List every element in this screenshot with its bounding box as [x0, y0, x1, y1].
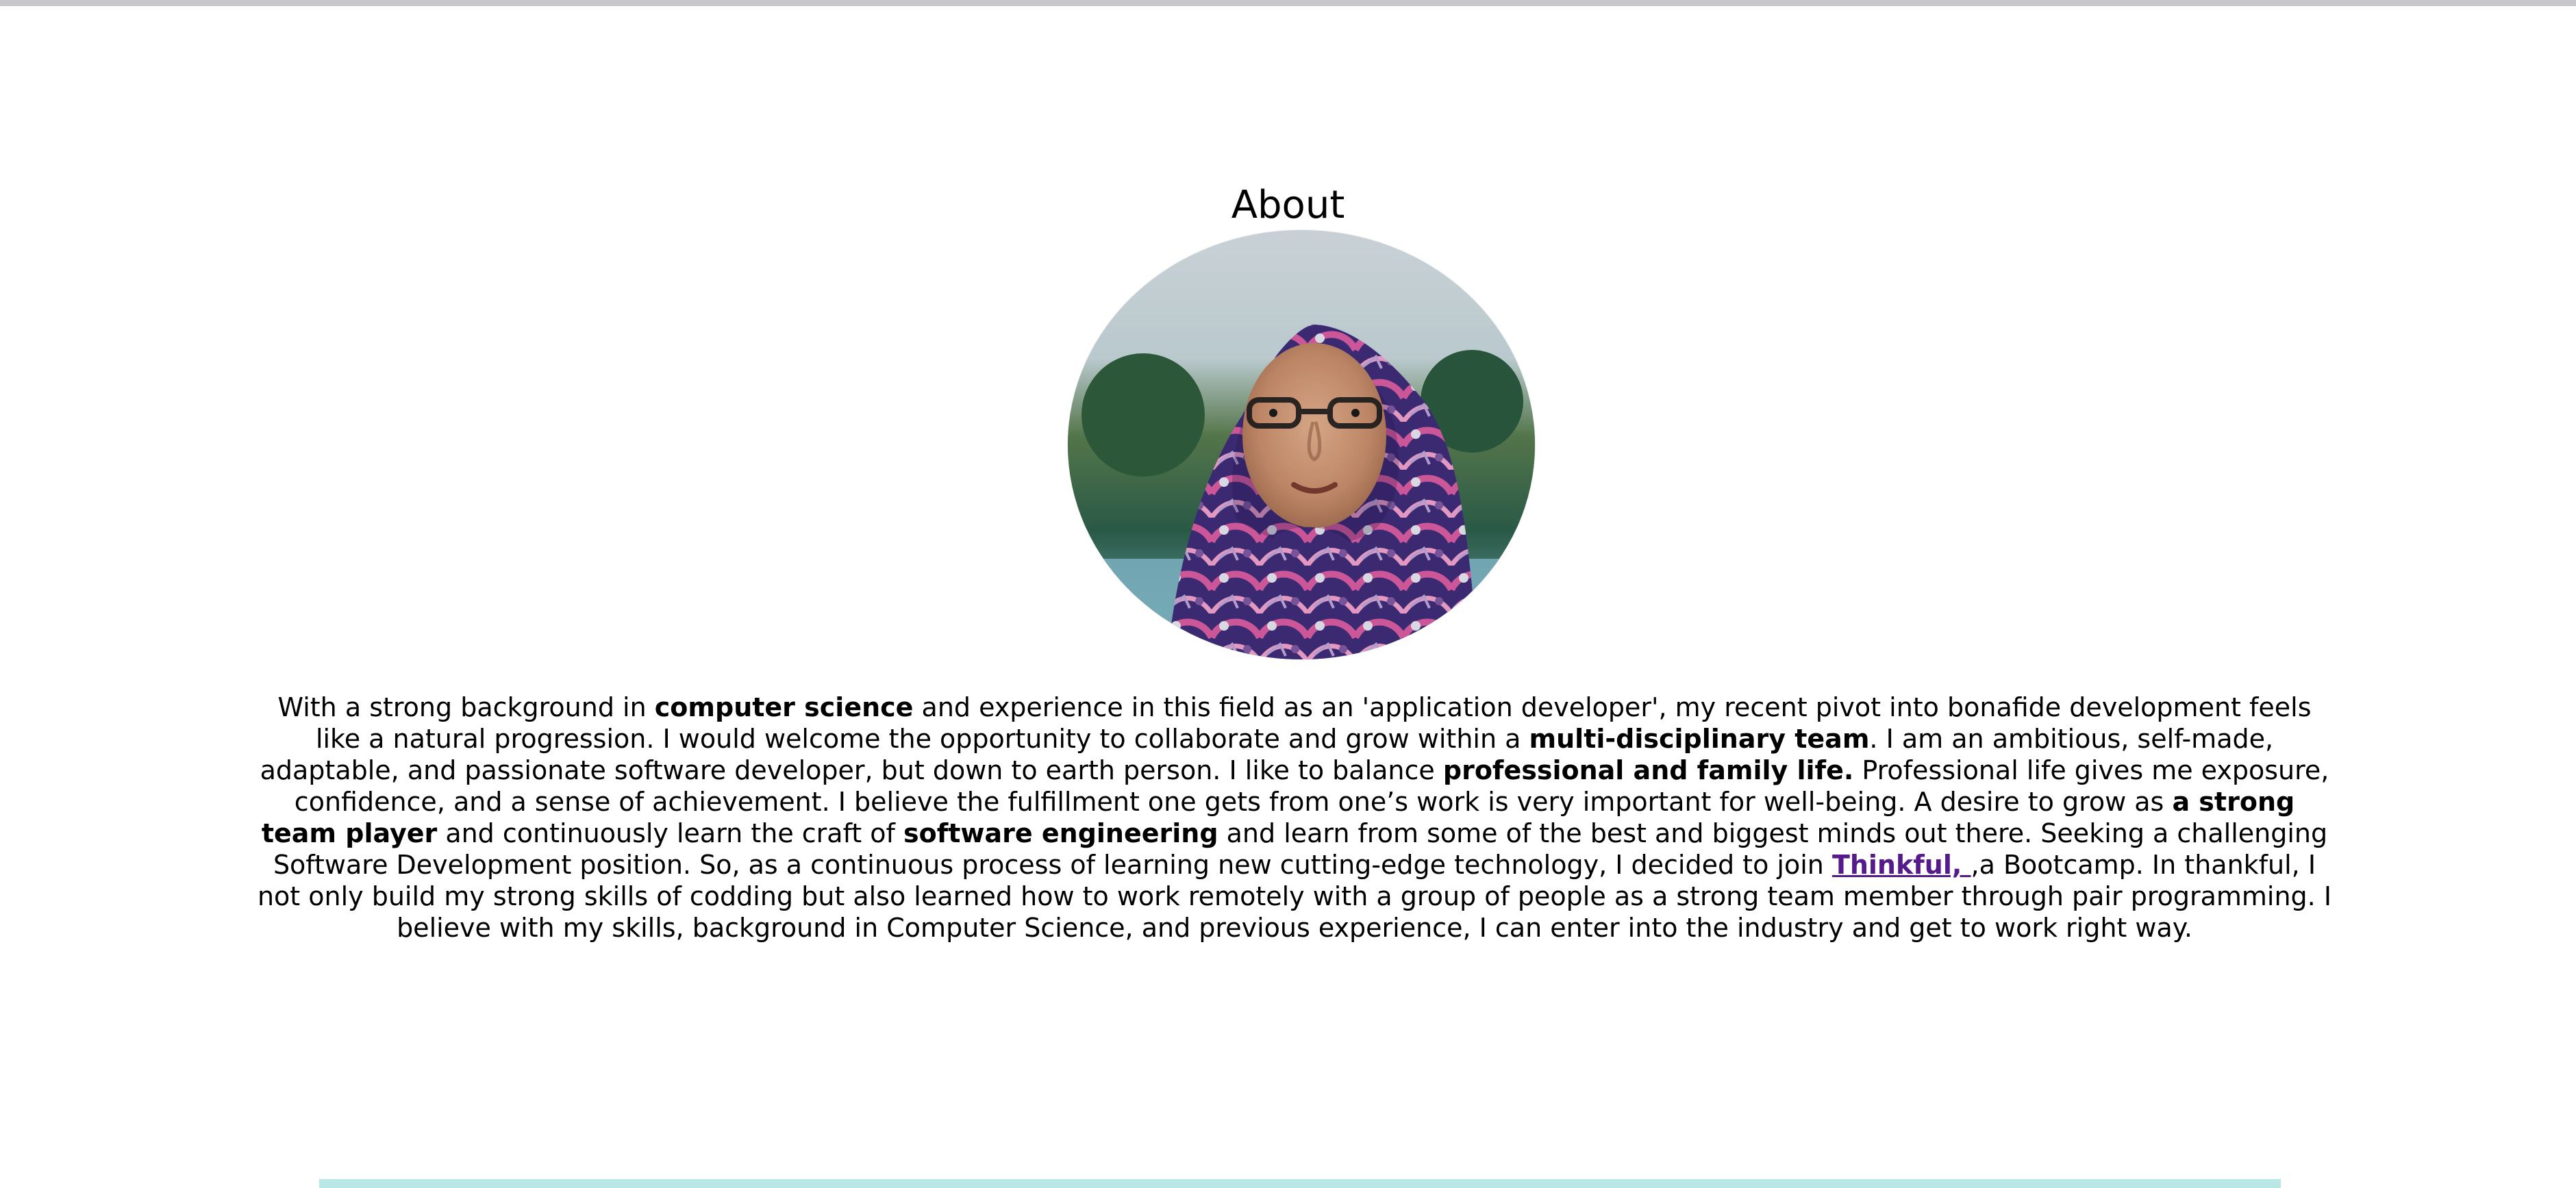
profile-photo: [1068, 230, 1535, 659]
bio-strong-software-engineering: software engineering: [903, 818, 1218, 848]
bio-text-5: and continuously learn the craft of: [437, 818, 903, 848]
about-title: About: [1231, 183, 1345, 228]
about-bio: With a strong background in computer sci…: [253, 692, 2336, 944]
bio-strong-multi-disciplinary-team: multi-disciplinary team: [1529, 724, 1870, 754]
bottom-accent-bar: [319, 1179, 2281, 1188]
bio-strong-professional-and-family-life: professional and family life.: [1442, 755, 1854, 785]
bio-strong-computer-science: computer science: [654, 692, 914, 722]
thinkful-link[interactable]: Thinkful,: [1832, 850, 1971, 880]
portrait-image: [1068, 230, 1535, 659]
about-section: About With a strong background in comput…: [0, 0, 2576, 1188]
bio-text-1: With a strong background in: [277, 692, 655, 722]
